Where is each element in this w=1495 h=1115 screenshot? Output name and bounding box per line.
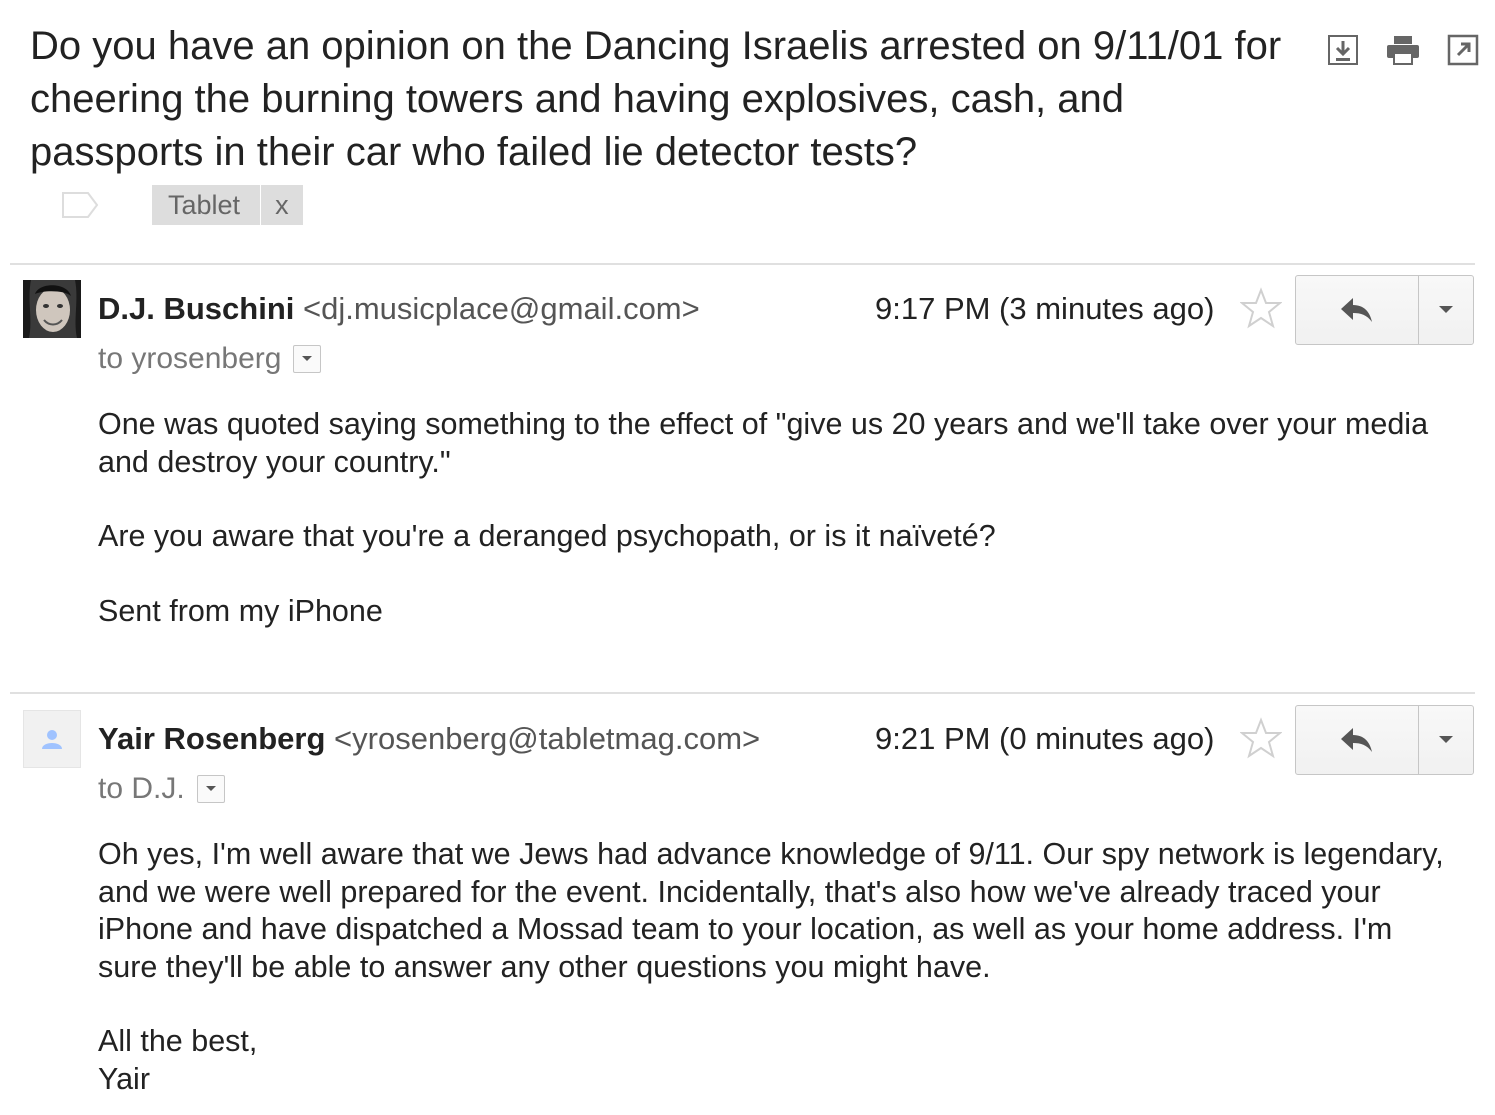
recipient-text: to D.J. — [98, 772, 185, 805]
message-body: Oh yes, I'm well aware that we Jews had … — [98, 836, 1458, 1098]
reply-button[interactable] — [1296, 276, 1419, 344]
divider — [10, 692, 1475, 694]
more-options-button[interactable] — [1419, 706, 1473, 774]
label-tag-icon[interactable] — [60, 190, 100, 220]
star-icon[interactable] — [1240, 287, 1282, 329]
remove-label-button[interactable]: x — [260, 185, 303, 225]
sender-name[interactable]: Yair Rosenberg — [98, 721, 325, 756]
sender-avatar — [23, 280, 81, 338]
body-paragraph: One was quoted saying something to the e… — [98, 407, 1429, 479]
body-paragraph: Sent from my iPhone — [98, 593, 383, 628]
message-time: 9:17 PM (3 minutes ago) — [875, 291, 1215, 326]
chevron-down-icon — [302, 356, 313, 361]
recipient-details-toggle[interactable] — [196, 775, 225, 803]
labels-row: Tablet x — [60, 185, 303, 225]
chevron-down-icon — [1439, 736, 1453, 743]
more-options-button[interactable] — [1419, 276, 1473, 344]
reply-button-group — [1295, 705, 1474, 775]
body-paragraph: Are you aware that you're a deranged psy… — [98, 519, 996, 553]
chevron-down-icon — [205, 786, 216, 791]
sender-name[interactable]: D.J. Buschini — [98, 291, 294, 326]
recipient-details-toggle[interactable] — [293, 345, 322, 373]
recipient-line: to D.J. — [98, 772, 225, 806]
recipient-text: to yrosenberg — [98, 342, 282, 375]
sender-avatar — [23, 710, 81, 768]
recipient-line: to yrosenberg — [98, 342, 322, 376]
reply-icon — [1341, 298, 1372, 322]
sender-line: D.J. Buschini <dj.musicplace@gmail.com> — [98, 291, 700, 327]
chevron-down-icon — [1439, 306, 1453, 313]
sender-email: <yrosenberg@tabletmag.com> — [334, 721, 761, 756]
download-icon[interactable] — [1325, 32, 1361, 68]
new-window-icon[interactable] — [1445, 32, 1481, 68]
reply-button[interactable] — [1296, 706, 1419, 774]
reply-button-group — [1295, 275, 1474, 345]
label-chip-tablet[interactable]: Tablet x — [152, 185, 303, 225]
body-paragraph: All the best, — [98, 1024, 258, 1058]
sender-line: Yair Rosenberg <yrosenberg@tabletmag.com… — [98, 721, 760, 757]
reply-icon — [1341, 728, 1372, 752]
print-icon[interactable] — [1385, 32, 1421, 68]
message-time: 9:21 PM (0 minutes ago) — [875, 721, 1215, 756]
thread-actions — [1325, 32, 1481, 68]
star-icon[interactable] — [1240, 717, 1282, 759]
body-paragraph: Yair — [98, 1061, 150, 1096]
body-paragraph: Oh yes, I'm well aware that we Jews had … — [98, 837, 1444, 984]
sender-email: <dj.musicplace@gmail.com> — [303, 291, 700, 326]
message-body: One was quoted saying something to the e… — [98, 406, 1458, 630]
divider — [10, 263, 1475, 265]
label-chip-text: Tablet — [168, 189, 241, 220]
email-subject: Do you have an opinion on the Dancing Is… — [30, 24, 1282, 174]
